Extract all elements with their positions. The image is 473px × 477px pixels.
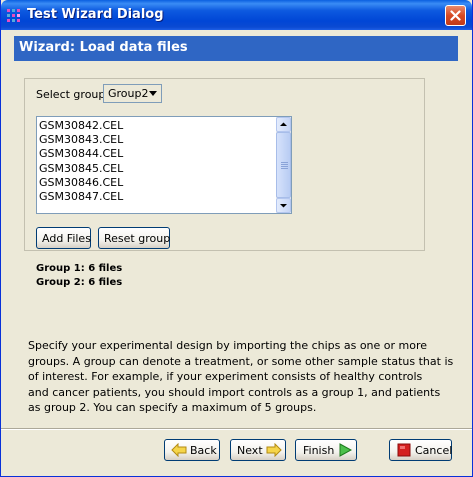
next-label: Next — [237, 444, 263, 457]
instructions-line: as group 2. You can specify a maximum of… — [28, 401, 317, 414]
play-icon — [339, 443, 352, 457]
stop-icon — [397, 443, 411, 457]
finish-label: Finish — [303, 444, 335, 457]
cancel-button[interactable]: Cancel — [389, 439, 452, 461]
group-select[interactable]: Group2 — [103, 84, 162, 103]
instructions-text: Specify your experimental design by impo… — [28, 338, 454, 416]
group-2-summary: Group 2: 6 files — [36, 277, 123, 288]
instructions-line: Specify your experimental design by impo… — [28, 339, 428, 352]
chevron-down-icon — [280, 204, 287, 208]
list-item[interactable]: GSM30846.CEL — [39, 176, 123, 190]
group-1-summary: Group 1: 6 files — [36, 263, 123, 274]
group-select-value: Group2 — [108, 87, 149, 100]
page-title: Wizard: Load data files — [19, 40, 188, 55]
add-files-label: Add Files — [42, 232, 91, 245]
file-list[interactable]: GSM30842.CEL GSM30843.CEL GSM30844.CEL G… — [36, 116, 292, 214]
back-label: Back — [190, 444, 217, 457]
list-item[interactable]: GSM30844.CEL — [39, 147, 123, 161]
instructions-line: groups. A group can denote a treatment, … — [28, 354, 454, 368]
app-grid-icon — [7, 9, 20, 22]
finish-button[interactable]: Finish — [295, 439, 357, 461]
window-title: Test Wizard Dialog — [27, 7, 164, 22]
next-button[interactable]: Next — [230, 439, 286, 461]
wizard-window: Test Wizard Dialog Wizard: Load data fil… — [0, 0, 473, 477]
wizard-header: Wizard: Load data files — [14, 36, 458, 61]
cancel-label: Cancel — [415, 444, 453, 457]
select-group-label: Select group: — [36, 88, 110, 101]
vertical-scrollbar[interactable] — [276, 117, 291, 213]
chevron-up-icon — [280, 122, 287, 126]
scroll-down-button[interactable] — [276, 198, 291, 213]
chevron-down-icon — [149, 91, 157, 96]
arrow-right-icon — [266, 443, 282, 457]
list-item[interactable]: GSM30845.CEL — [39, 162, 123, 176]
title-bar[interactable]: Test Wizard Dialog — [1, 0, 472, 30]
footer-divider — [1, 428, 472, 430]
instructions-line: of interest. For example, if your experi… — [28, 370, 423, 383]
arrow-left-icon — [171, 443, 187, 457]
close-icon — [450, 10, 461, 21]
list-item[interactable]: GSM30843.CEL — [39, 133, 123, 147]
scroll-up-button[interactable] — [276, 117, 291, 132]
list-item[interactable]: GSM30847.CEL — [39, 190, 123, 204]
back-button[interactable]: Back — [164, 439, 220, 461]
list-item[interactable]: GSM30842.CEL — [39, 119, 123, 133]
instructions-line: and cancer patients, you should import c… — [28, 385, 441, 399]
scroll-thumb[interactable] — [276, 132, 291, 198]
reset-group-label: Reset group — [104, 232, 171, 245]
add-files-button[interactable]: Add Files — [36, 227, 91, 249]
reset-group-button[interactable]: Reset group — [98, 227, 170, 249]
close-button[interactable] — [445, 5, 466, 26]
